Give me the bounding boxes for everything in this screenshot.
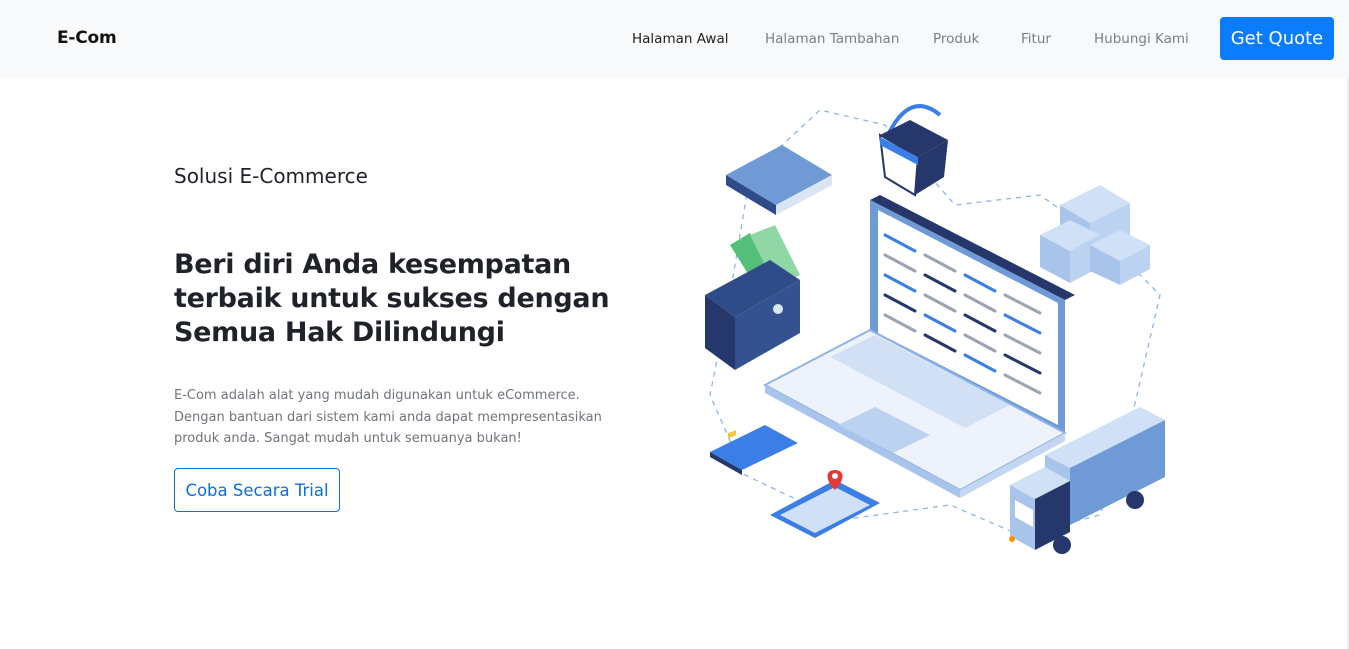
map-phone-icon bbox=[770, 470, 880, 538]
hero-eyebrow: Solusi E-Commerce bbox=[174, 164, 368, 188]
nav-link-extra-pages[interactable]: Halaman Tambahan bbox=[765, 31, 899, 47]
laptop-icon bbox=[762, 195, 1075, 498]
boxes-icon bbox=[1040, 185, 1150, 285]
get-quote-button[interactable]: Get Quote bbox=[1220, 17, 1334, 60]
hero-headline: Beri diri Anda kesempatan terbaik untuk … bbox=[174, 249, 610, 348]
wallet-icon bbox=[705, 225, 800, 370]
nav-link-home[interactable]: Halaman Awal bbox=[632, 31, 728, 47]
try-trial-button[interactable]: Coba Secara Trial bbox=[174, 468, 340, 512]
nav-link-contact[interactable]: Hubungi Kami bbox=[1094, 31, 1189, 47]
ecommerce-illustration bbox=[705, 104, 1165, 554]
nav-link-products[interactable]: Produk bbox=[933, 31, 979, 47]
hero-description: E-Com adalah alat yang mudah digunakan u… bbox=[174, 388, 602, 446]
brand-logo[interactable]: E-Com bbox=[57, 28, 117, 48]
book-icon bbox=[726, 145, 832, 215]
basket-icon bbox=[878, 104, 948, 197]
nav-link-features[interactable]: Fitur bbox=[1021, 31, 1051, 47]
credit-card-icon bbox=[710, 425, 798, 475]
navbar: E-Com Halaman Awal Halaman Tambahan Prod… bbox=[0, 0, 1349, 78]
